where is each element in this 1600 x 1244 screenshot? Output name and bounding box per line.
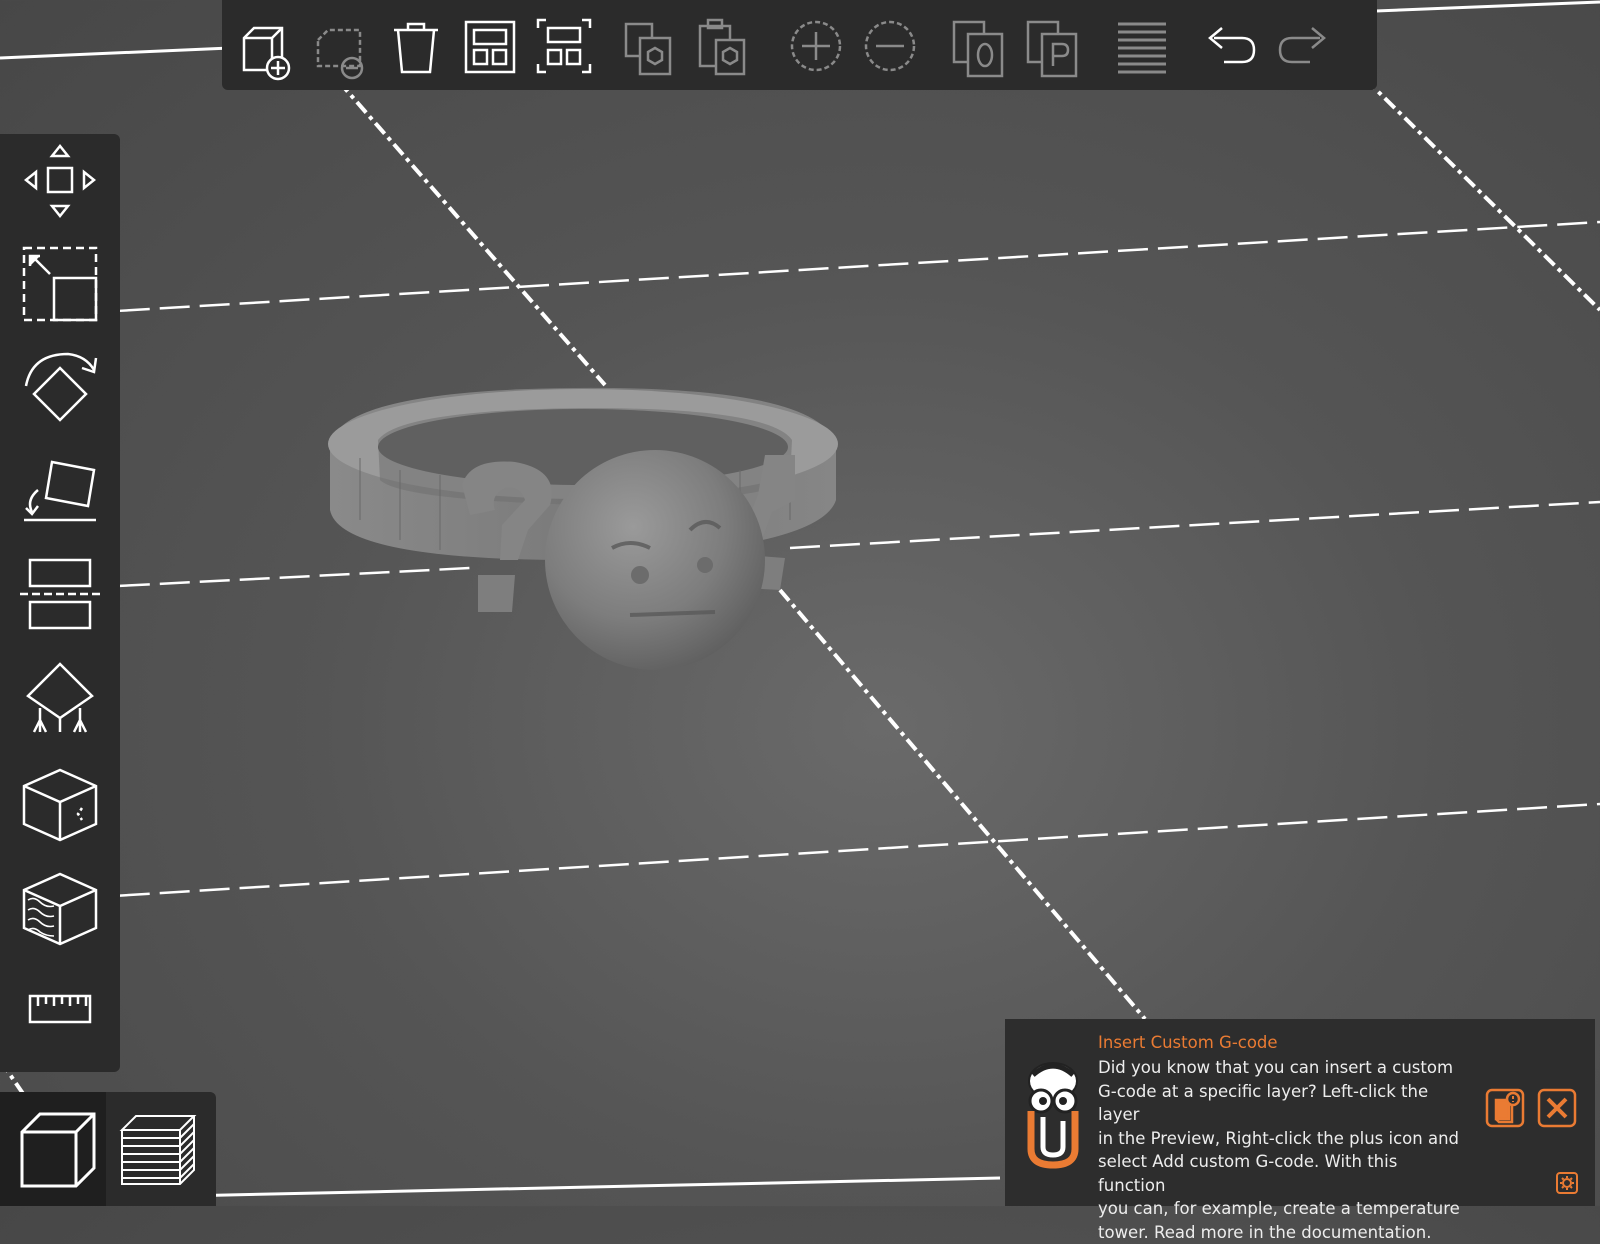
trash-icon <box>384 10 448 82</box>
gear-icon[interactable] <box>1555 1171 1579 1195</box>
split-to-parts-button[interactable] <box>1020 10 1084 82</box>
close-hint-button[interactable] <box>1537 1088 1577 1128</box>
support-painting-icon <box>16 658 104 744</box>
move-tool-button[interactable] <box>16 138 104 224</box>
3d-editor-view-button[interactable] <box>0 1092 106 1206</box>
ruler-icon <box>16 970 104 1056</box>
delete-object-button[interactable] <box>310 10 374 82</box>
layers-editing-button[interactable] <box>1110 10 1174 82</box>
copy-icon <box>616 10 680 82</box>
place-on-face-tool-button[interactable] <box>16 450 104 536</box>
add-object-icon <box>236 10 300 82</box>
support-painting-tool-button[interactable] <box>16 658 104 744</box>
minus-circle-icon <box>858 10 922 82</box>
undo-button[interactable] <box>1198 10 1262 82</box>
cube-icon <box>0 1092 106 1206</box>
gizmo-sidebar <box>0 134 120 1072</box>
undo-icon <box>1198 10 1262 82</box>
arrange-selection-icon <box>532 10 596 82</box>
redo-icon <box>1272 10 1336 82</box>
hint-line: you can, for example, create a temperatu… <box>1098 1197 1468 1221</box>
paperclip-mascot-icon <box>1019 1061 1087 1169</box>
hint-line: tower. Read more in the documentation. <box>1098 1221 1468 1244</box>
copy-button[interactable] <box>616 10 680 82</box>
layers-icon <box>1110 10 1174 82</box>
close-icon <box>1537 1088 1577 1128</box>
open-documentation-button[interactable] <box>1485 1088 1525 1128</box>
seam-painting-tool-button[interactable] <box>16 762 104 848</box>
rotate-icon <box>16 346 104 432</box>
measure-tool-button[interactable] <box>16 970 104 1056</box>
preview-button[interactable] <box>106 1092 212 1206</box>
rotate-tool-button[interactable] <box>16 346 104 432</box>
hint-title: Insert Custom G-code <box>1098 1033 1278 1052</box>
scale-tool-button[interactable] <box>16 242 104 328</box>
add-object-button[interactable] <box>236 10 300 82</box>
remove-instance-button[interactable] <box>858 10 922 82</box>
paste-button[interactable] <box>690 10 754 82</box>
paste-icon <box>690 10 754 82</box>
cut-tool-button[interactable] <box>16 554 104 640</box>
view-toggle <box>0 1092 216 1206</box>
arrange-button[interactable] <box>458 10 522 82</box>
ring-model[interactable] <box>328 388 838 670</box>
hint-body: Did you know that you can insert a custo… <box>1098 1056 1468 1244</box>
arrange-selection-button[interactable] <box>532 10 596 82</box>
cut-icon <box>16 554 104 640</box>
delete-all-button[interactable] <box>384 10 448 82</box>
arrange-icon <box>458 10 522 82</box>
hint-line: in the Preview, Right-click the plus ico… <box>1098 1127 1468 1151</box>
hint-line: G-code at a specific layer? Left-click t… <box>1098 1080 1468 1127</box>
plus-circle-icon <box>784 10 848 82</box>
fdm-painting-icon <box>16 866 104 952</box>
redo-button[interactable] <box>1272 10 1336 82</box>
hint-notification: Insert Custom G-code Did you know that y… <box>1005 1019 1595 1206</box>
top-toolbar <box>222 0 1377 90</box>
split-to-objects-button[interactable] <box>946 10 1010 82</box>
split-objects-icon <box>946 10 1010 82</box>
documentation-icon <box>1485 1088 1525 1128</box>
fdm-painting-tool-button[interactable] <box>16 866 104 952</box>
hint-line: Did you know that you can insert a custo… <box>1098 1056 1468 1080</box>
move-icon <box>16 138 104 224</box>
seam-painting-icon <box>16 762 104 848</box>
hint-line: select Add custom G-code. With this func… <box>1098 1150 1468 1197</box>
delete-object-icon <box>310 10 374 82</box>
scale-icon <box>16 242 104 328</box>
layers-stack-icon <box>106 1092 212 1206</box>
place-on-face-icon <box>16 450 104 536</box>
add-instance-button[interactable] <box>784 10 848 82</box>
split-parts-icon <box>1020 10 1084 82</box>
